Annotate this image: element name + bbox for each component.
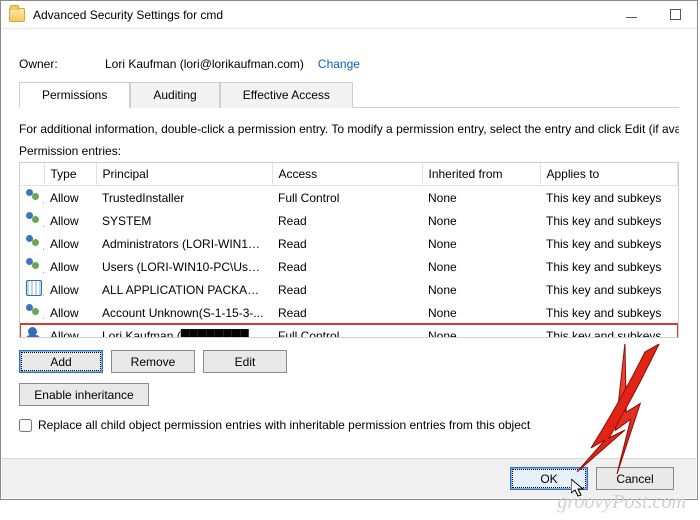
principal-icon	[26, 326, 42, 338]
table-row[interactable]: AllowSYSTEMReadNoneThis key and subkeys	[20, 209, 678, 232]
owner-label: Owner:	[19, 57, 105, 71]
principal-icon	[26, 280, 42, 296]
info-text: For additional information, double-click…	[19, 122, 679, 136]
bottom-button-bar: OK Cancel	[2, 458, 696, 498]
cell-inherited: None	[422, 301, 540, 324]
principal-icon	[26, 257, 42, 273]
cancel-button[interactable]: Cancel	[596, 467, 674, 490]
cell-inherited: None	[422, 255, 540, 278]
cell-principal: SYSTEM	[96, 209, 272, 232]
cell-principal: ALL APPLICATION PACKAGES	[96, 278, 272, 301]
cell-type: Allow	[44, 255, 96, 278]
cell-inherited: None	[422, 186, 540, 210]
permission-table[interactable]: Type Principal Access Inherited from App…	[19, 162, 679, 338]
folder-icon	[9, 8, 25, 22]
cell-inherited: None	[422, 209, 540, 232]
enable-inheritance-button[interactable]: Enable inheritance	[19, 383, 149, 406]
cell-type: Allow	[44, 186, 96, 210]
cell-access: Full Control	[272, 324, 422, 338]
remove-button[interactable]: Remove	[111, 350, 195, 373]
titlebar: Advanced Security Settings for cmd	[1, 1, 697, 29]
cell-inherited: None	[422, 324, 540, 338]
cell-principal: Users (LORI-WIN10-PC\Users)	[96, 255, 272, 278]
cell-applies: This key and subkeys	[540, 186, 678, 210]
principal-icon	[26, 303, 42, 319]
table-row[interactable]: AllowAccount Unknown(S-1-15-3-...ReadNon…	[20, 301, 678, 324]
add-button[interactable]: Add	[19, 350, 103, 373]
cell-applies: This key and subkeys	[540, 232, 678, 255]
table-row[interactable]: AllowAdministrators (LORI-WIN10-...ReadN…	[20, 232, 678, 255]
principal-icon	[26, 211, 42, 227]
cell-type: Allow	[44, 278, 96, 301]
table-row[interactable]: AllowUsers (LORI-WIN10-PC\Users)ReadNone…	[20, 255, 678, 278]
cell-principal: Lori Kaufman (███████████...	[96, 324, 272, 338]
owner-name: Lori Kaufman (lori@lorikaufman.com)	[105, 57, 304, 71]
col-header-applies[interactable]: Applies to	[540, 163, 678, 186]
principal-icon	[26, 234, 42, 250]
window-title: Advanced Security Settings for cmd	[33, 8, 223, 22]
cell-type: Allow	[44, 209, 96, 232]
replace-child-checkbox[interactable]	[19, 419, 32, 432]
tabs: Permissions Auditing Effective Access	[19, 81, 679, 108]
entries-label: Permission entries:	[19, 144, 679, 158]
cell-access: Full Control	[272, 186, 422, 210]
minimize-button[interactable]	[609, 1, 653, 29]
tab-effective-access[interactable]: Effective Access	[220, 82, 353, 108]
cell-access: Read	[272, 255, 422, 278]
ok-button[interactable]: OK	[510, 467, 588, 490]
cell-type: Allow	[44, 324, 96, 338]
cell-principal: TrustedInstaller	[96, 186, 272, 210]
replace-child-label: Replace all child object permission entr…	[38, 418, 530, 432]
cell-type: Allow	[44, 301, 96, 324]
cell-applies: This key and subkeys	[540, 278, 678, 301]
cell-access: Read	[272, 301, 422, 324]
cell-access: Read	[272, 232, 422, 255]
tab-permissions[interactable]: Permissions	[19, 82, 130, 108]
cell-applies: This key and subkeys	[540, 301, 678, 324]
cell-inherited: None	[422, 278, 540, 301]
col-header-blank[interactable]	[20, 163, 44, 186]
change-owner-link[interactable]: Change	[318, 57, 360, 71]
cell-inherited: None	[422, 232, 540, 255]
cell-access: Read	[272, 278, 422, 301]
cell-access: Read	[272, 209, 422, 232]
col-header-principal[interactable]: Principal	[96, 163, 272, 186]
col-header-inherited[interactable]: Inherited from	[422, 163, 540, 186]
cell-applies: This key and subkeys	[540, 209, 678, 232]
edit-button[interactable]: Edit	[203, 350, 287, 373]
tab-auditing[interactable]: Auditing	[130, 82, 219, 108]
cell-principal: Administrators (LORI-WIN10-...	[96, 232, 272, 255]
table-row[interactable]: AllowTrustedInstallerFull ControlNoneThi…	[20, 186, 678, 210]
col-header-type[interactable]: Type	[44, 163, 96, 186]
principal-icon	[26, 188, 42, 204]
maximize-button[interactable]	[653, 1, 697, 29]
table-row[interactable]: AllowLori Kaufman (███████████...Full Co…	[20, 324, 678, 338]
table-row[interactable]: AllowALL APPLICATION PACKAGESReadNoneThi…	[20, 278, 678, 301]
col-header-access[interactable]: Access	[272, 163, 422, 186]
cell-principal: Account Unknown(S-1-15-3-...	[96, 301, 272, 324]
cell-applies: This key and subkeys	[540, 324, 678, 338]
cell-applies: This key and subkeys	[540, 255, 678, 278]
cell-type: Allow	[44, 232, 96, 255]
